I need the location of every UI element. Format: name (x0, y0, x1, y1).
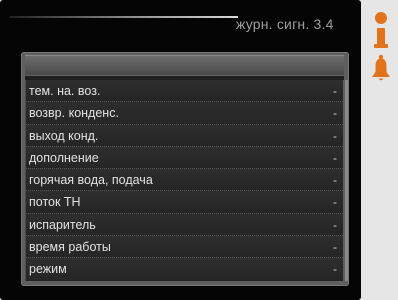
list-item-label: поток ТН (29, 195, 81, 210)
alarm-log-list: тем. на. воз. - возвр. конденс. - выход … (25, 80, 343, 281)
header-line (10, 16, 238, 18)
alarm-bell-icon[interactable] (370, 54, 392, 82)
list-item-label: горячая вода, подача (29, 173, 153, 188)
display-screen: журн. сигн. 3.4 тем. на. воз. - возвр. к… (0, 0, 361, 300)
list-item-value: - (333, 240, 337, 255)
list-item-label: дополнение (29, 150, 99, 165)
panel-header-bar (25, 55, 344, 75)
scrollbar[interactable] (345, 80, 348, 281)
list-item-value: - (333, 84, 337, 98)
info-icon-base (374, 44, 388, 48)
list-item-temp-outdoor[interactable]: тем. на. воз. - (26, 80, 343, 103)
list-item-mode[interactable]: режим - (26, 258, 343, 281)
list-item-value: - (333, 217, 337, 232)
list-item-label: испаритель (29, 217, 96, 232)
info-icon[interactable] (372, 12, 390, 52)
list-item-value: - (333, 262, 337, 277)
list-item-label: возвр. конденс. (29, 106, 119, 121)
list-item-label: режим (29, 262, 67, 277)
list-item-condenser-out[interactable]: выход конд. - (26, 124, 343, 147)
list-item-label: выход конд. (29, 128, 99, 143)
list-item-value: - (333, 173, 337, 188)
list-item-condenser-return[interactable]: возвр. конденс. - (26, 102, 343, 125)
info-icon-dot (375, 12, 387, 24)
list-item-label: время работы (29, 240, 111, 255)
alarm-log-panel: тем. на. воз. - возвр. конденс. - выход … (21, 52, 349, 286)
list-item-evaporator[interactable]: испаритель - (26, 213, 343, 237)
list-item-value: - (333, 150, 337, 165)
list-item-value: - (333, 128, 337, 143)
list-item-label: тем. на. воз. (29, 84, 101, 98)
list-item-value: - (333, 195, 337, 210)
list-item-operating-time[interactable]: время работы - (26, 236, 343, 259)
list-item-heat-pump-flow[interactable]: поток ТН - (26, 191, 343, 214)
list-item-additional[interactable]: дополнение - (26, 146, 343, 170)
page-title: журн. сигн. 3.4 (236, 16, 334, 32)
list-item-hot-water-supply[interactable]: горячая вода, подача - (26, 169, 343, 192)
list-item-value: - (333, 106, 337, 121)
side-icons (370, 12, 392, 92)
